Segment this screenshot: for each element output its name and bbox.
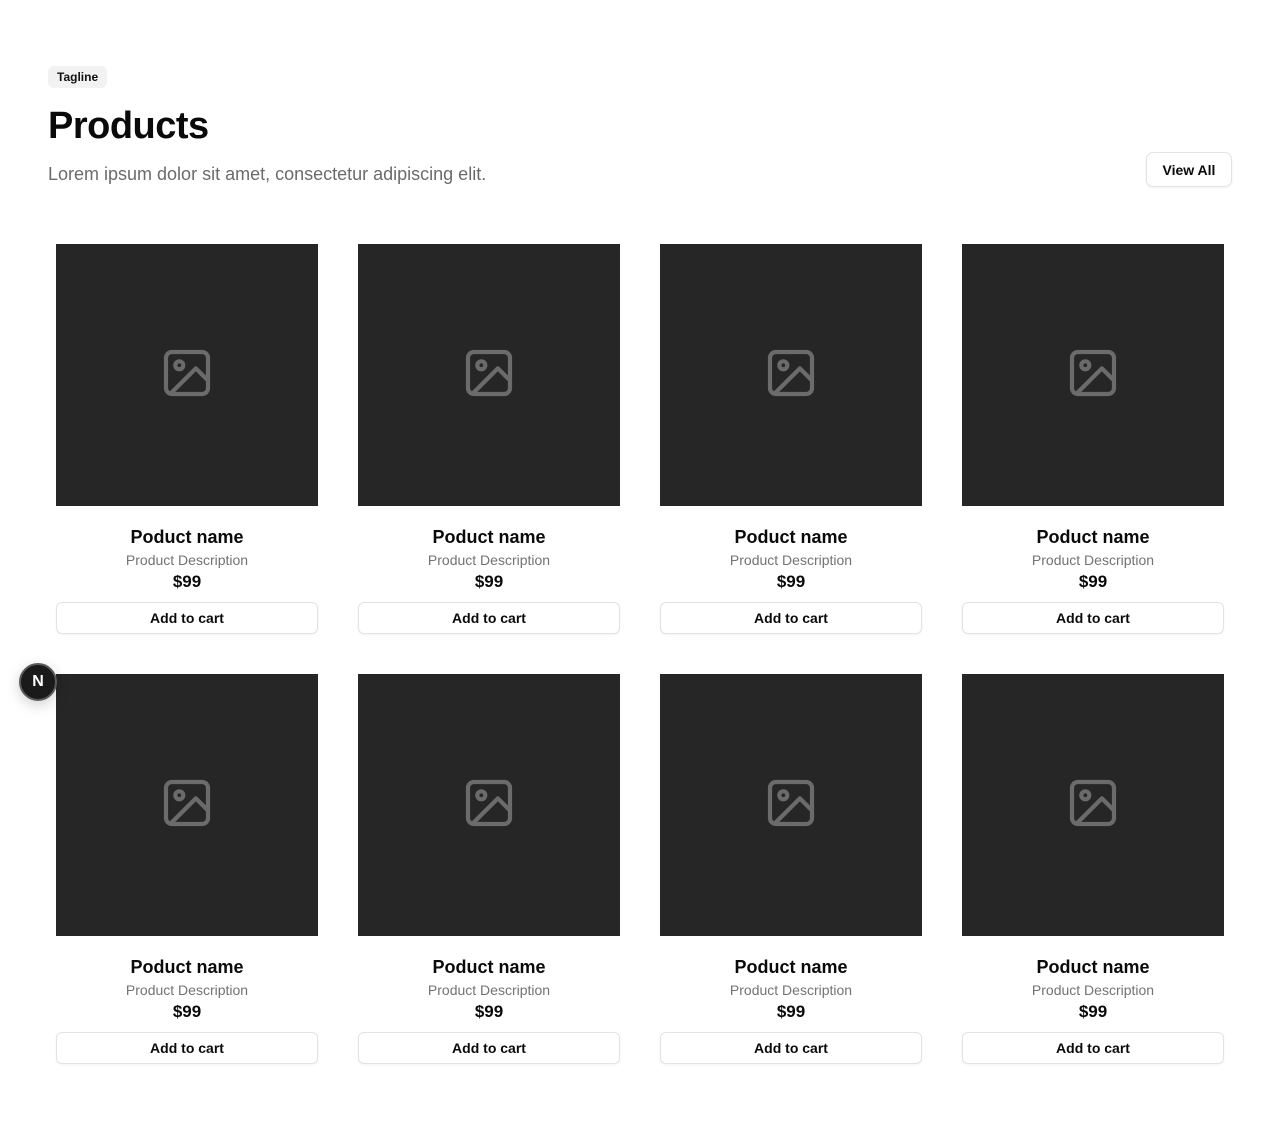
product-card[interactable]: Poduct name Product Description $99 Add to …	[962, 244, 1224, 634]
product-description: Product Description	[125, 982, 249, 998]
image-placeholder-icon	[763, 775, 819, 836]
page-subtitle: Lorem ipsum dolor sit amet, consectetur …	[48, 164, 487, 184]
product-grid: Poduct name Product Description $99 Add to …	[56, 244, 1224, 1064]
add-to-cart-button[interactable]: Add to cart	[358, 1032, 620, 1064]
product-card[interactable]: Poduct name Product Description $99 Add to …	[56, 674, 318, 1064]
add-to-cart-button[interactable]: Add to cart	[56, 602, 318, 634]
product-image[interactable]	[660, 674, 922, 936]
add-to-cart-button[interactable]: Add to cart	[358, 602, 620, 634]
product-price: $99	[474, 1002, 504, 1021]
image-placeholder-icon	[159, 345, 215, 406]
product-card[interactable]: Poduct name Product Description $99 Add to …	[358, 244, 620, 634]
product-price: $99	[172, 1002, 202, 1021]
image-placeholder-icon	[1065, 775, 1121, 836]
product-name: Poduct name	[130, 957, 244, 977]
product-price: $99	[474, 572, 504, 591]
product-image[interactable]	[962, 244, 1224, 506]
nextjs-logo-icon: N	[32, 673, 44, 690]
product-description: Product Description	[1031, 552, 1155, 568]
product-name: Poduct name	[734, 957, 848, 977]
section-header: Tagline Products Lorem ipsum dolor sit a…	[48, 66, 1232, 196]
nextjs-dev-badge[interactable]: N	[19, 663, 57, 701]
image-placeholder-icon	[461, 775, 517, 836]
product-image[interactable]	[56, 674, 318, 936]
product-description: Product Description	[427, 982, 551, 998]
product-name: Poduct name	[130, 527, 244, 547]
product-description: Product Description	[125, 552, 249, 568]
image-placeholder-icon	[159, 775, 215, 836]
product-card[interactable]: Poduct name Product Description $99 Add to …	[962, 674, 1224, 1064]
product-price: $99	[1078, 1002, 1108, 1021]
product-image[interactable]	[660, 244, 922, 506]
product-name: Poduct name	[1036, 527, 1150, 547]
add-to-cart-button[interactable]: Add to cart	[962, 602, 1224, 634]
product-image[interactable]	[358, 244, 620, 506]
product-price: $99	[776, 1002, 806, 1021]
product-description: Product Description	[1031, 982, 1155, 998]
product-price: $99	[172, 572, 202, 591]
product-name: Poduct name	[432, 957, 546, 977]
product-image[interactable]	[358, 674, 620, 936]
product-price: $99	[776, 572, 806, 591]
product-card[interactable]: Poduct name Product Description $99 Add to …	[358, 674, 620, 1064]
product-name: Poduct name	[432, 527, 546, 547]
add-to-cart-button[interactable]: Add to cart	[660, 1032, 922, 1064]
product-description: Product Description	[729, 982, 853, 998]
add-to-cart-button[interactable]: Add to cart	[962, 1032, 1224, 1064]
product-card[interactable]: Poduct name Product Description $99 Add to …	[660, 244, 922, 634]
product-card[interactable]: Poduct name Product Description $99 Add to …	[660, 674, 922, 1064]
image-placeholder-icon	[461, 345, 517, 406]
image-placeholder-icon	[763, 345, 819, 406]
product-image[interactable]	[56, 244, 318, 506]
product-description: Product Description	[427, 552, 551, 568]
product-image[interactable]	[962, 674, 1224, 936]
product-description: Product Description	[729, 552, 853, 568]
product-price: $99	[1078, 572, 1108, 591]
page-title: Products	[48, 105, 209, 147]
image-placeholder-icon	[1065, 345, 1121, 406]
product-name: Poduct name	[1036, 957, 1150, 977]
add-to-cart-button[interactable]: Add to cart	[56, 1032, 318, 1064]
view-all-button[interactable]: View All	[1146, 152, 1232, 187]
product-name: Poduct name	[734, 527, 848, 547]
tagline-badge: Tagline	[48, 66, 108, 88]
product-card[interactable]: Poduct name Product Description $99 Add to …	[56, 244, 318, 634]
add-to-cart-button[interactable]: Add to cart	[660, 602, 922, 634]
